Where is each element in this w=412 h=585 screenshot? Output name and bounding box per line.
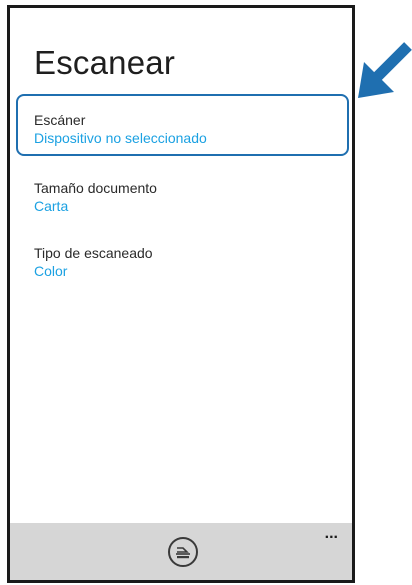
setting-scan-type-label: Tipo de escaneado [34, 245, 153, 261]
callout-arrow-icon [358, 42, 412, 98]
phone-screen: Escanear Escáner Dispositivo no seleccio… [7, 5, 355, 583]
app-bar: ... [10, 523, 352, 580]
screenshot-stage: Escanear Escáner Dispositivo no seleccio… [0, 0, 412, 585]
scan-icon [176, 547, 190, 559]
more-options-icon[interactable]: ... [325, 525, 338, 543]
setting-scanner[interactable]: Escáner Dispositivo no seleccionado [34, 111, 207, 147]
setting-scan-type-value[interactable]: Color [34, 262, 153, 280]
setting-document-size-value[interactable]: Carta [34, 197, 157, 215]
setting-scanner-value[interactable]: Dispositivo no seleccionado [34, 129, 207, 147]
scan-button[interactable] [168, 537, 198, 567]
page-title: Escanear [34, 44, 176, 81]
setting-scanner-label: Escáner [34, 112, 86, 128]
setting-document-size-label: Tamaño documento [34, 180, 157, 196]
setting-document-size[interactable]: Tamaño documento Carta [34, 179, 157, 215]
setting-scan-type[interactable]: Tipo de escaneado Color [34, 244, 153, 280]
